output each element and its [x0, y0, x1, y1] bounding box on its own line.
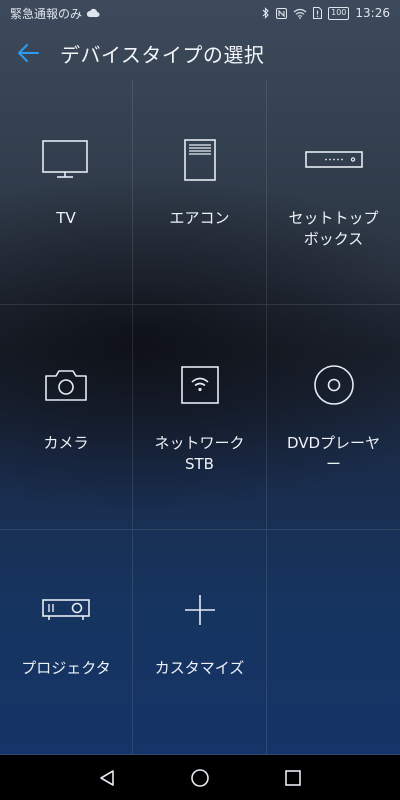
camera-icon	[45, 370, 87, 401]
page-title: デバイスタイプの選択	[60, 42, 265, 67]
status-bar: 緊急通報のみ 100 13:26	[0, 0, 400, 26]
cloud-icon	[86, 8, 100, 18]
status-right: 100 13:26	[262, 6, 390, 20]
device-label: ネットワーク STB	[154, 434, 245, 473]
dvd-player-icon	[313, 365, 354, 405]
network-stb-icon	[180, 366, 219, 404]
air-conditioner-icon	[183, 139, 216, 181]
device-set-top-box[interactable]: セットトップ ボックス	[267, 80, 400, 305]
device-label: TV	[56, 209, 76, 227]
nav-recents-button[interactable]	[273, 758, 313, 798]
nav-home-button[interactable]	[180, 758, 220, 798]
projector-icon	[42, 599, 90, 620]
device-label: カスタマイズ	[154, 659, 245, 677]
bluetooth-icon	[262, 7, 270, 19]
device-projector[interactable]: プロジェクタ	[0, 530, 133, 755]
navigation-bar	[0, 755, 400, 800]
back-button[interactable]	[0, 26, 56, 80]
plus-icon	[184, 595, 215, 625]
arrow-left-icon	[18, 44, 39, 62]
device-dvd-player[interactable]: DVDプレーヤ ー	[267, 305, 400, 530]
device-label: セットトップ ボックス	[288, 209, 379, 248]
sim-alert-icon	[313, 7, 323, 19]
nfc-icon	[276, 7, 288, 19]
battery-indicator: 100	[328, 6, 350, 20]
device-label: エアコン	[169, 209, 230, 227]
nav-back-button[interactable]	[87, 758, 127, 798]
status-left: 緊急通報のみ	[10, 5, 100, 22]
tv-icon	[42, 140, 88, 178]
circle-home-icon	[191, 768, 209, 787]
device-type-grid: TV エアコン セットトップ ボックス カメラ ネットワーク STB DVDプレ…	[0, 80, 400, 755]
device-label: カメラ	[43, 434, 89, 452]
set-top-box-icon	[304, 151, 363, 168]
device-tv[interactable]: TV	[0, 80, 133, 305]
device-camera[interactable]: カメラ	[0, 305, 133, 530]
device-air-conditioner[interactable]: エアコン	[133, 80, 267, 305]
device-network-stb[interactable]: ネットワーク STB	[133, 305, 267, 530]
carrier-text: 緊急通報のみ	[10, 6, 83, 21]
device-label: プロジェクタ	[21, 659, 111, 677]
device-customize[interactable]: カスタマイズ	[133, 530, 267, 755]
device-label: DVDプレーヤ ー	[286, 434, 381, 473]
wifi-icon	[293, 8, 307, 19]
app-bar: デバイスタイプの選択	[0, 26, 400, 80]
square-recents-icon	[285, 769, 302, 786]
triangle-back-icon	[99, 769, 114, 786]
empty-cell	[267, 530, 400, 755]
clock: 13:26	[355, 6, 390, 20]
